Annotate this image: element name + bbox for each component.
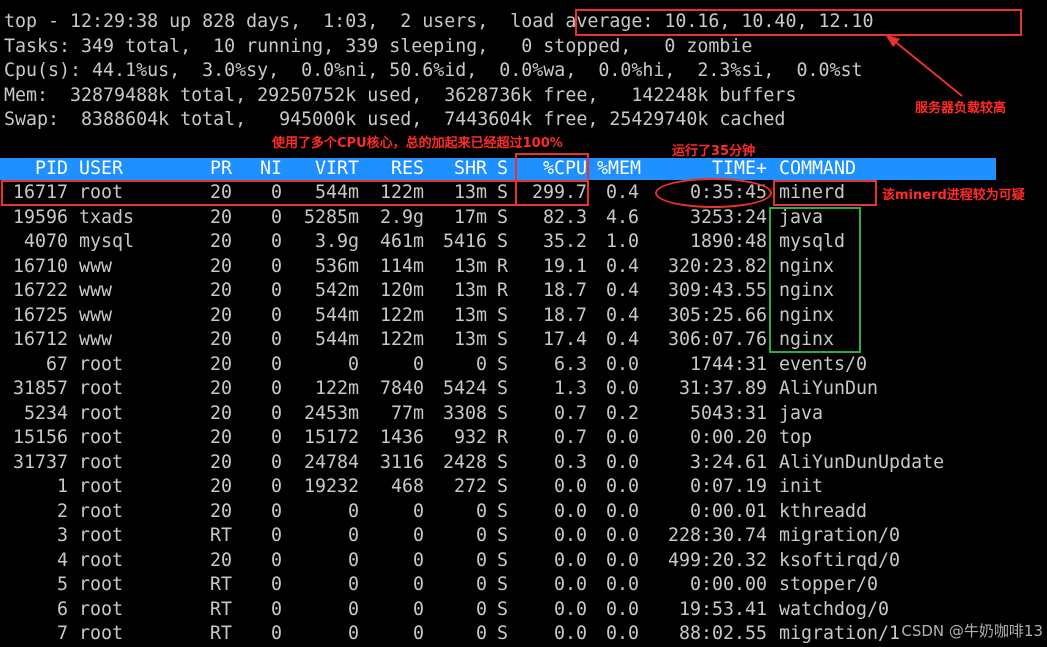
- suspicious-process-note: 该minerd进程较为可疑: [882, 188, 1025, 203]
- annotation-arrow: [885, 34, 963, 97]
- terminal-window[interactable]: top - 12:29:38 up 828 days, 1:03, 2 user…: [0, 0, 1047, 645]
- run-time-note: 运行了35分钟: [672, 144, 756, 159]
- server-load-note: 服务器负载较高: [915, 101, 1007, 116]
- watermark: CSDN @牛奶咖啡13: [901, 622, 1043, 640]
- multi-core-note: 使用了多个CPU核心，总的加起来已经超过100%: [272, 136, 563, 151]
